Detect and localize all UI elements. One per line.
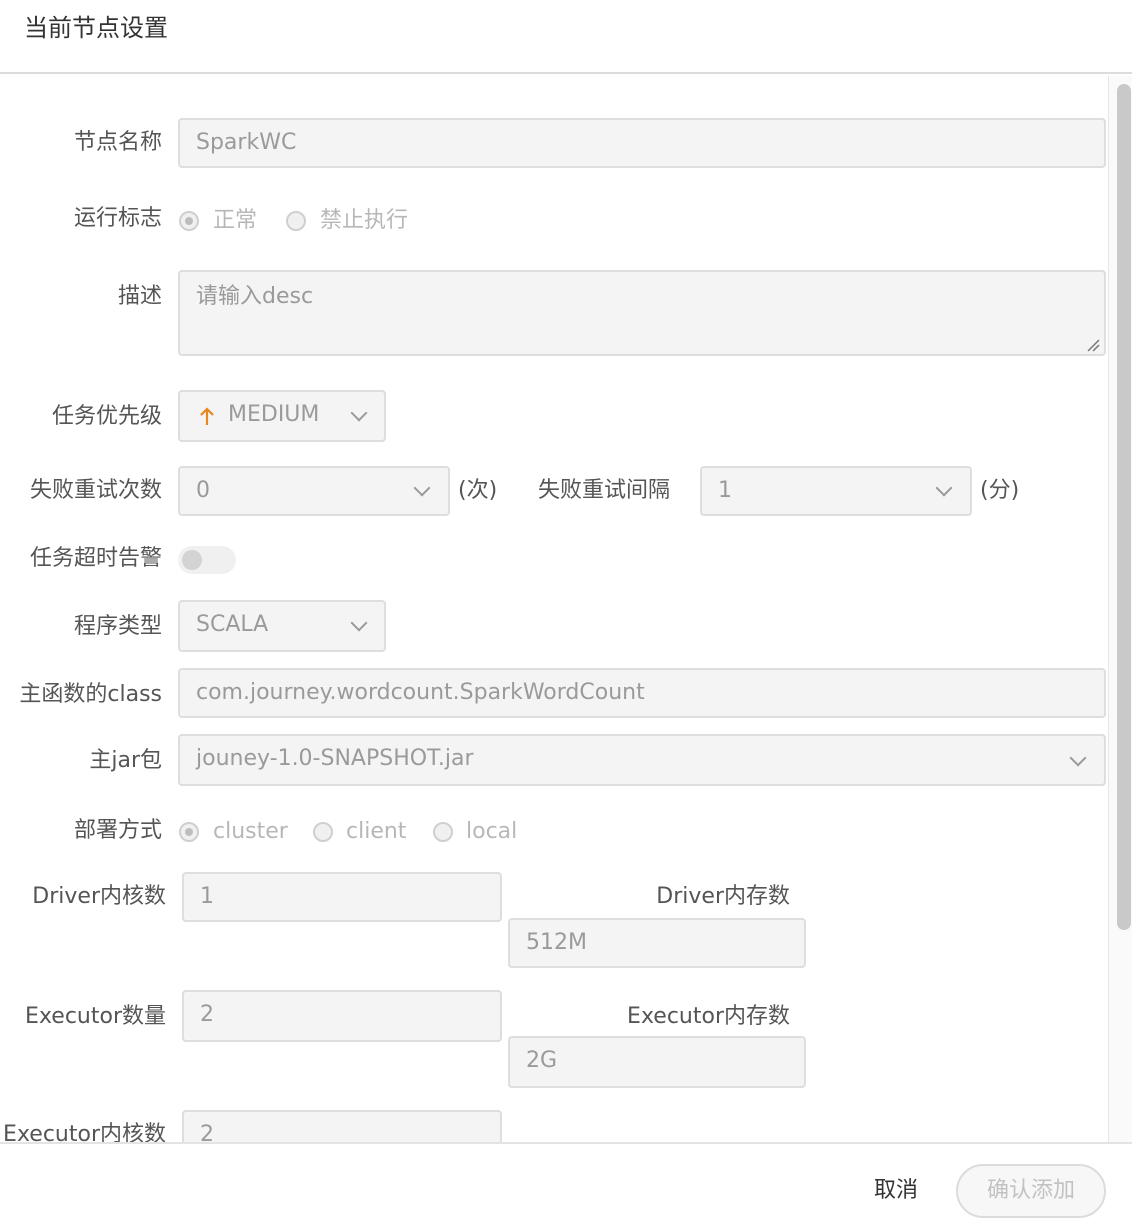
driver-cores-input[interactable]: 1 bbox=[182, 872, 502, 922]
deploy-cluster-radio[interactable] bbox=[179, 822, 199, 842]
arrow-up-icon bbox=[200, 407, 214, 425]
main-jar-select[interactable]: jouney-1.0-SNAPSHOT.jar bbox=[178, 734, 1106, 786]
confirm-add-button[interactable]: 确认添加 bbox=[956, 1164, 1106, 1218]
retry-interval-select[interactable]: 1 bbox=[700, 466, 972, 516]
deploy-mode-label: 部署方式 bbox=[73, 818, 162, 843]
retry-times-unit: (次) bbox=[458, 478, 498, 503]
run-flag-label: 运行标志 bbox=[73, 206, 162, 231]
dialog-footer: 取消 确认添加 bbox=[0, 1142, 1132, 1218]
retry-times-select[interactable]: 0 bbox=[178, 466, 450, 516]
form-scrollbar[interactable] bbox=[1108, 76, 1132, 1142]
cancel-button[interactable]: 取消 bbox=[862, 1176, 930, 1206]
toggle-knob bbox=[182, 550, 202, 570]
deploy-cluster-label: cluster bbox=[213, 819, 288, 844]
deploy-client-radio[interactable] bbox=[313, 822, 333, 842]
run-flag-normal-radio[interactable] bbox=[179, 211, 199, 231]
timeout-alarm-label: 任务超时告警 bbox=[29, 546, 162, 571]
dialog-title: 当前节点设置 bbox=[24, 14, 168, 42]
retry-interval-label: 失败重试间隔 bbox=[538, 478, 671, 503]
run-flag-forbid-label: 禁止执行 bbox=[320, 208, 409, 233]
dialog-header: 当前节点设置 bbox=[0, 0, 1132, 74]
deploy-client-label: client bbox=[346, 819, 407, 844]
executor-memory-input[interactable]: 2G bbox=[508, 1036, 806, 1088]
form-body[interactable]: 节点名称 SparkWC 运行标志 正常 禁止执行 描述 请输入desc 任务优… bbox=[0, 76, 1108, 1142]
executor-cores-label: Executor内核数 bbox=[3, 1122, 166, 1142]
executor-count-label: Executor数量 bbox=[25, 1004, 166, 1029]
main-class-input[interactable]: com.journey.wordcount.SparkWordCount bbox=[178, 668, 1106, 718]
scrollbar-thumb[interactable] bbox=[1117, 84, 1131, 930]
driver-memory-label: Driver内存数 bbox=[656, 884, 790, 909]
run-flag-normal-label: 正常 bbox=[213, 208, 258, 233]
priority-label: 任务优先级 bbox=[51, 404, 162, 429]
node-name-input[interactable]: SparkWC bbox=[178, 118, 1106, 168]
run-flag-forbid-radio[interactable] bbox=[286, 211, 306, 231]
main-class-label: 主函数的class bbox=[19, 682, 162, 707]
retry-interval-unit: (分) bbox=[980, 478, 1020, 503]
description-textarea[interactable]: 请输入desc bbox=[178, 270, 1106, 356]
executor-count-input[interactable]: 2 bbox=[182, 990, 502, 1042]
deploy-local-label: local bbox=[466, 819, 518, 844]
executor-cores-input[interactable]: 2 bbox=[182, 1110, 502, 1142]
priority-value: MEDIUM bbox=[228, 402, 320, 427]
program-type-label: 程序类型 bbox=[73, 614, 162, 639]
retry-times-label: 失败重试次数 bbox=[29, 478, 162, 503]
executor-memory-label: Executor内存数 bbox=[627, 1004, 790, 1029]
timeout-alarm-toggle[interactable] bbox=[178, 546, 236, 574]
description-label: 描述 bbox=[117, 284, 162, 309]
node-name-label: 节点名称 bbox=[73, 130, 162, 155]
main-jar-label: 主jar包 bbox=[89, 748, 162, 773]
driver-cores-label: Driver内核数 bbox=[32, 884, 166, 909]
resize-handle-icon[interactable] bbox=[1086, 338, 1100, 352]
driver-memory-input[interactable]: 512M bbox=[508, 918, 806, 968]
deploy-local-radio[interactable] bbox=[433, 822, 453, 842]
